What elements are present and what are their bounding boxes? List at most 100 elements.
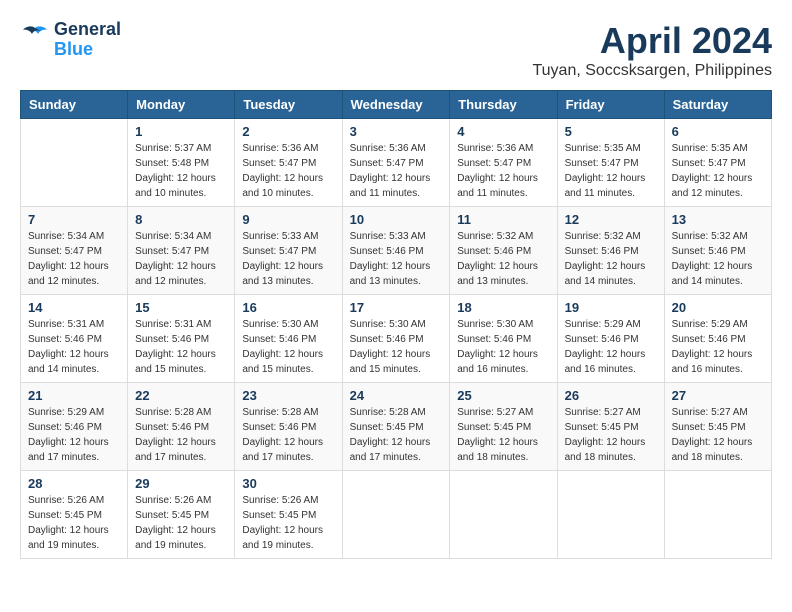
calendar-week-row: 28 Sunrise: 5:26 AM Sunset: 5:45 PM Dayli… (21, 471, 772, 559)
day-number: 6 (672, 124, 764, 139)
weekday-header-cell: Saturday (664, 91, 771, 119)
weekday-header-cell: Friday (557, 91, 664, 119)
day-info: Sunrise: 5:33 AM Sunset: 5:46 PM Dayligh… (350, 229, 443, 289)
day-number: 18 (457, 300, 549, 315)
logo-line1: General (54, 20, 121, 40)
month-title: April 2024 (532, 20, 772, 62)
day-info: Sunrise: 5:28 AM Sunset: 5:45 PM Dayligh… (350, 405, 443, 465)
day-info: Sunrise: 5:26 AM Sunset: 5:45 PM Dayligh… (135, 493, 227, 553)
day-number: 3 (350, 124, 443, 139)
day-number: 2 (242, 124, 334, 139)
calendar-cell: 25 Sunrise: 5:27 AM Sunset: 5:45 PM Dayli… (450, 383, 557, 471)
calendar-cell: 8 Sunrise: 5:34 AM Sunset: 5:47 PM Daylig… (128, 207, 235, 295)
day-number: 11 (457, 212, 549, 227)
calendar-table: SundayMondayTuesdayWednesdayThursdayFrid… (20, 90, 772, 559)
calendar-cell: 18Sunrise: 5:30 AM Sunset: 5:46 PM Dayli… (450, 295, 557, 383)
calendar-cell: 24 Sunrise: 5:28 AM Sunset: 5:45 PM Dayli… (342, 383, 450, 471)
calendar-cell: 4 Sunrise: 5:36 AM Sunset: 5:47 PM Daylig… (450, 119, 557, 207)
title-section: April 2024 Tuyan, Soccsksargen, Philippi… (532, 20, 772, 80)
day-number: 15 (135, 300, 227, 315)
weekday-header-cell: Sunday (21, 91, 128, 119)
calendar-cell: 12 Sunrise: 5:32 AM Sunset: 5:46 PM Dayli… (557, 207, 664, 295)
day-info: Sunrise: 5:32 AM Sunset: 5:46 PM Dayligh… (457, 229, 549, 289)
day-number: 22 (135, 388, 227, 403)
day-number: 8 (135, 212, 227, 227)
calendar-cell: 6 Sunrise: 5:35 AM Sunset: 5:47 PM Daylig… (664, 119, 771, 207)
calendar-cell: 23 Sunrise: 5:28 AM Sunset: 5:46 PM Dayli… (235, 383, 342, 471)
day-info: Sunrise: 5:29 AM Sunset: 5:46 PM Dayligh… (565, 317, 657, 377)
logo-line2: Blue (54, 40, 121, 60)
day-number: 17 (350, 300, 443, 315)
day-info: Sunrise: 5:26 AM Sunset: 5:45 PM Dayligh… (242, 493, 334, 553)
calendar-cell: 19Sunrise: 5:29 AM Sunset: 5:46 PM Dayli… (557, 295, 664, 383)
day-info: Sunrise: 5:35 AM Sunset: 5:47 PM Dayligh… (672, 141, 764, 201)
logo-bird-icon (20, 22, 50, 52)
day-number: 30 (242, 476, 334, 491)
calendar-cell (557, 471, 664, 559)
day-number: 26 (565, 388, 657, 403)
day-info: Sunrise: 5:32 AM Sunset: 5:46 PM Dayligh… (565, 229, 657, 289)
day-info: Sunrise: 5:31 AM Sunset: 5:46 PM Dayligh… (28, 317, 120, 377)
day-number: 24 (350, 388, 443, 403)
day-number: 16 (242, 300, 334, 315)
day-info: Sunrise: 5:37 AM Sunset: 5:48 PM Dayligh… (135, 141, 227, 201)
calendar-cell: 28 Sunrise: 5:26 AM Sunset: 5:45 PM Dayli… (21, 471, 128, 559)
calendar-cell: 21Sunrise: 5:29 AM Sunset: 5:46 PM Dayli… (21, 383, 128, 471)
day-number: 29 (135, 476, 227, 491)
day-info: Sunrise: 5:31 AM Sunset: 5:46 PM Dayligh… (135, 317, 227, 377)
calendar-cell: 29 Sunrise: 5:26 AM Sunset: 5:45 PM Dayli… (128, 471, 235, 559)
day-number: 12 (565, 212, 657, 227)
day-info: Sunrise: 5:27 AM Sunset: 5:45 PM Dayligh… (457, 405, 549, 465)
day-number: 28 (28, 476, 120, 491)
day-info: Sunrise: 5:30 AM Sunset: 5:46 PM Dayligh… (242, 317, 334, 377)
calendar-cell (450, 471, 557, 559)
day-info: Sunrise: 5:27 AM Sunset: 5:45 PM Dayligh… (565, 405, 657, 465)
calendar-cell (664, 471, 771, 559)
calendar-cell: 7Sunrise: 5:34 AM Sunset: 5:47 PM Daylig… (21, 207, 128, 295)
calendar-cell: 30 Sunrise: 5:26 AM Sunset: 5:45 PM Dayli… (235, 471, 342, 559)
calendar-week-row: 21Sunrise: 5:29 AM Sunset: 5:46 PM Dayli… (21, 383, 772, 471)
weekday-header-cell: Monday (128, 91, 235, 119)
logo: General Blue (20, 20, 121, 60)
day-number: 23 (242, 388, 334, 403)
calendar-cell: 26 Sunrise: 5:27 AM Sunset: 5:45 PM Dayli… (557, 383, 664, 471)
day-number: 21 (28, 388, 120, 403)
day-info: Sunrise: 5:28 AM Sunset: 5:46 PM Dayligh… (242, 405, 334, 465)
day-info: Sunrise: 5:30 AM Sunset: 5:46 PM Dayligh… (350, 317, 443, 377)
calendar-body: 1Sunrise: 5:37 AM Sunset: 5:48 PM Daylig… (21, 119, 772, 559)
calendar-week-row: 14 Sunrise: 5:31 AM Sunset: 5:46 PM Dayli… (21, 295, 772, 383)
calendar-week-row: 7Sunrise: 5:34 AM Sunset: 5:47 PM Daylig… (21, 207, 772, 295)
day-number: 25 (457, 388, 549, 403)
calendar-cell (21, 119, 128, 207)
day-info: Sunrise: 5:33 AM Sunset: 5:47 PM Dayligh… (242, 229, 334, 289)
day-number: 13 (672, 212, 764, 227)
day-number: 27 (672, 388, 764, 403)
calendar-cell: 20Sunrise: 5:29 AM Sunset: 5:46 PM Dayli… (664, 295, 771, 383)
weekday-header-cell: Tuesday (235, 91, 342, 119)
calendar-cell: 16 Sunrise: 5:30 AM Sunset: 5:46 PM Dayli… (235, 295, 342, 383)
location-title: Tuyan, Soccsksargen, Philippines (532, 62, 772, 80)
header: General Blue April 2024 Tuyan, Soccsksar… (20, 20, 772, 80)
day-info: Sunrise: 5:35 AM Sunset: 5:47 PM Dayligh… (565, 141, 657, 201)
day-info: Sunrise: 5:36 AM Sunset: 5:47 PM Dayligh… (350, 141, 443, 201)
calendar-cell: 17 Sunrise: 5:30 AM Sunset: 5:46 PM Dayli… (342, 295, 450, 383)
day-number: 10 (350, 212, 443, 227)
calendar-cell: 15 Sunrise: 5:31 AM Sunset: 5:46 PM Dayli… (128, 295, 235, 383)
calendar-cell: 27Sunrise: 5:27 AM Sunset: 5:45 PM Dayli… (664, 383, 771, 471)
day-info: Sunrise: 5:34 AM Sunset: 5:47 PM Dayligh… (135, 229, 227, 289)
calendar-cell: 11 Sunrise: 5:32 AM Sunset: 5:46 PM Dayli… (450, 207, 557, 295)
calendar-cell: 3 Sunrise: 5:36 AM Sunset: 5:47 PM Daylig… (342, 119, 450, 207)
day-info: Sunrise: 5:26 AM Sunset: 5:45 PM Dayligh… (28, 493, 120, 553)
calendar-cell: 2Sunrise: 5:36 AM Sunset: 5:47 PM Daylig… (235, 119, 342, 207)
day-info: Sunrise: 5:36 AM Sunset: 5:47 PM Dayligh… (457, 141, 549, 201)
calendar-cell: 14 Sunrise: 5:31 AM Sunset: 5:46 PM Dayli… (21, 295, 128, 383)
day-info: Sunrise: 5:29 AM Sunset: 5:46 PM Dayligh… (672, 317, 764, 377)
calendar-cell: 1Sunrise: 5:37 AM Sunset: 5:48 PM Daylig… (128, 119, 235, 207)
day-number: 14 (28, 300, 120, 315)
day-info: Sunrise: 5:28 AM Sunset: 5:46 PM Dayligh… (135, 405, 227, 465)
day-number: 4 (457, 124, 549, 139)
day-number: 9 (242, 212, 334, 227)
calendar-cell: 10 Sunrise: 5:33 AM Sunset: 5:46 PM Dayli… (342, 207, 450, 295)
day-number: 5 (565, 124, 657, 139)
calendar-week-row: 1Sunrise: 5:37 AM Sunset: 5:48 PM Daylig… (21, 119, 772, 207)
